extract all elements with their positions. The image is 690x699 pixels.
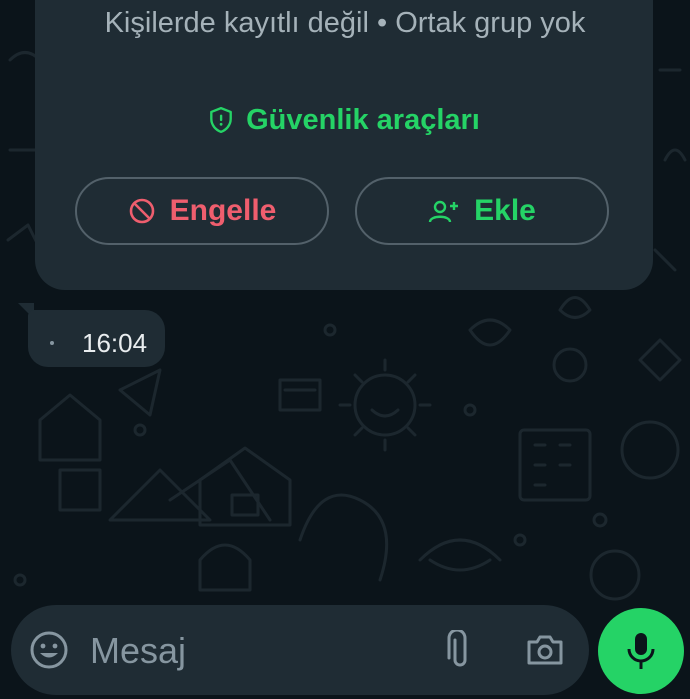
add-contact-label: Ekle — [474, 194, 536, 227]
add-contact-icon — [428, 198, 460, 224]
shield-icon — [208, 106, 234, 134]
microphone-button[interactable] — [598, 608, 684, 694]
safety-tools-label: Güvenlik araçları — [246, 103, 480, 136]
block-button[interactable]: Engelle — [75, 177, 329, 245]
microphone-icon — [626, 631, 656, 671]
paperclip-icon[interactable] — [440, 628, 480, 672]
block-icon — [128, 197, 156, 225]
camera-icon[interactable] — [523, 629, 567, 671]
emoji-icon[interactable] — [28, 629, 70, 671]
block-button-label: Engelle — [169, 194, 277, 227]
add-contact-button[interactable]: Ekle — [355, 177, 609, 245]
safety-tools-link[interactable]: Güvenlik araçları — [35, 100, 653, 140]
message-dot — [50, 341, 54, 345]
contact-info-card: Kişilerde kayıtlı değil • Ortak grup yok… — [35, 0, 653, 290]
message-time: 16:04 — [82, 328, 148, 358]
contact-status-text: Kişilerde kayıtlı değil • Ortak grup yok — [104, 7, 586, 39]
message-input[interactable] — [88, 620, 422, 682]
